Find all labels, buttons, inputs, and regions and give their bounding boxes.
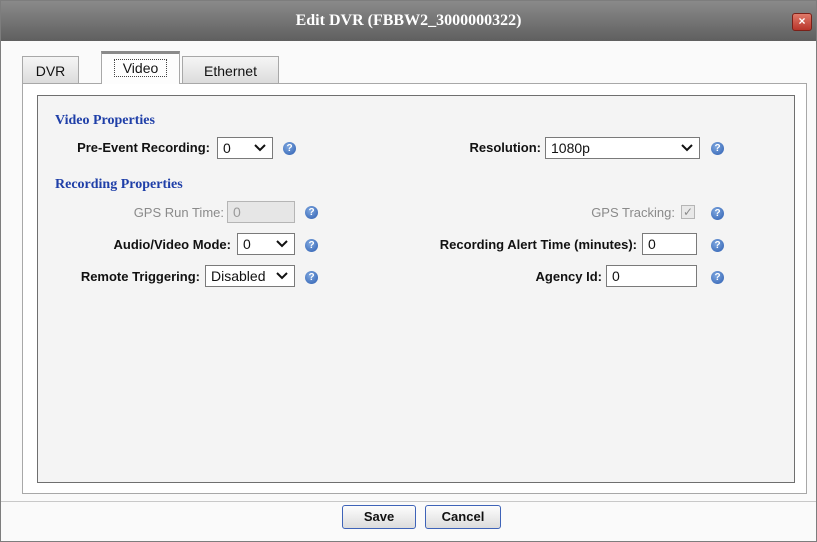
remote-triggering-value: Disabled bbox=[211, 268, 266, 284]
pre-event-recording-label: Pre-Event Recording: bbox=[77, 140, 210, 155]
resolution-label: Resolution: bbox=[469, 140, 542, 155]
resolution-value: 1080p bbox=[551, 140, 590, 156]
remote-triggering-select[interactable]: Disabled bbox=[205, 265, 295, 287]
gps-tracking-checkbox[interactable]: ✓ bbox=[681, 205, 695, 219]
chevron-down-icon bbox=[276, 234, 288, 260]
cancel-button[interactable]: Cancel bbox=[425, 505, 501, 529]
close-icon: × bbox=[798, 14, 806, 28]
dialog-titlebar: Edit DVR (FBBW2_3000000322) × bbox=[1, 1, 816, 41]
agency-id-input[interactable]: 0 bbox=[606, 265, 697, 287]
agency-id-label: Agency Id: bbox=[535, 269, 602, 284]
gps-tracking-help-icon[interactable]: ? bbox=[711, 207, 724, 220]
pre-event-recording-help-icon[interactable]: ? bbox=[283, 142, 296, 155]
gps-tracking-label: GPS Tracking: bbox=[591, 205, 675, 220]
edit-dvr-dialog: Edit DVR (FBBW2_3000000322) × DVR Video … bbox=[0, 0, 817, 542]
recording-alert-time-input[interactable]: 0 bbox=[642, 233, 697, 255]
recording-alert-time-help-icon[interactable]: ? bbox=[711, 239, 724, 252]
tab-video-label: Video bbox=[113, 59, 168, 77]
close-button[interactable]: × bbox=[792, 13, 812, 31]
audio-video-mode-help-icon[interactable]: ? bbox=[305, 239, 318, 252]
tab-dvr[interactable]: DVR bbox=[22, 56, 79, 83]
agency-id-help-icon[interactable]: ? bbox=[711, 271, 724, 284]
dialog-title: Edit DVR (FBBW2_3000000322) bbox=[295, 12, 522, 29]
resolution-help-icon[interactable]: ? bbox=[711, 142, 724, 155]
chevron-down-icon bbox=[254, 138, 266, 164]
tab-video[interactable]: Video bbox=[101, 51, 180, 84]
gps-run-time-input[interactable]: 0 bbox=[227, 201, 295, 223]
footer-divider bbox=[1, 501, 816, 502]
remote-triggering-help-icon[interactable]: ? bbox=[305, 271, 318, 284]
gps-run-time-label: GPS Run Time: bbox=[133, 205, 224, 220]
gps-run-time-help-icon[interactable]: ? bbox=[305, 206, 318, 219]
save-button[interactable]: Save bbox=[342, 505, 416, 529]
resolution-select[interactable]: 1080p bbox=[545, 137, 700, 159]
video-properties-heading: Video Properties bbox=[55, 113, 155, 128]
pre-event-recording-value: 0 bbox=[223, 140, 231, 156]
tab-ethernet[interactable]: Ethernet bbox=[182, 56, 279, 83]
tab-dvr-label: DVR bbox=[35, 63, 66, 79]
recording-properties-heading: Recording Properties bbox=[55, 177, 183, 192]
tab-ethernet-label: Ethernet bbox=[204, 63, 257, 79]
remote-triggering-label: Remote Triggering: bbox=[80, 269, 200, 284]
audio-video-mode-label: Audio/Video Mode: bbox=[113, 237, 231, 252]
chevron-down-icon bbox=[681, 138, 693, 164]
audio-video-mode-value: 0 bbox=[243, 236, 251, 252]
audio-video-mode-select[interactable]: 0 bbox=[237, 233, 295, 255]
pre-event-recording-select[interactable]: 0 bbox=[217, 137, 273, 159]
chevron-down-icon bbox=[276, 266, 288, 292]
recording-alert-time-label: Recording Alert Time (minutes): bbox=[439, 237, 637, 252]
